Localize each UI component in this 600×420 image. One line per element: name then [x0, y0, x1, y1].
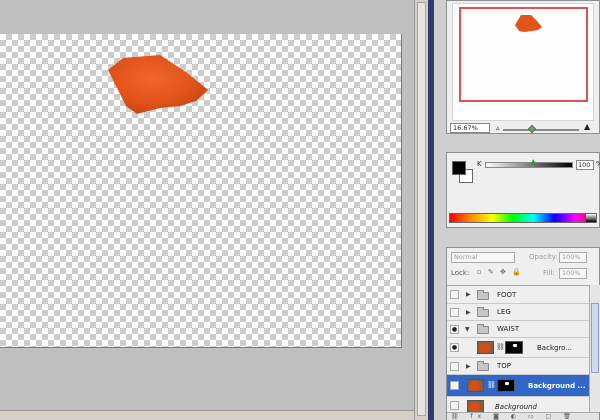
slider-knob-icon[interactable]: ▲ [531, 159, 536, 165]
layer-mask-thumbnail[interactable] [497, 379, 515, 392]
layer-name: FOOT [497, 291, 517, 299]
layers-panel: Normal Opacity: 100% Lock: ▫ ✎ ✥ 🔒 Fill:… [446, 247, 600, 420]
expand-triangle-icon[interactable]: ▶ [466, 363, 471, 370]
folder-icon [477, 290, 489, 300]
navigator-preview [515, 15, 542, 32]
layer-name: Background [495, 403, 537, 411]
document-canvas[interactable] [0, 34, 402, 348]
eye-icon[interactable]: ● [450, 343, 459, 352]
workspace [0, 0, 414, 420]
status-bar [0, 410, 414, 420]
panel-dock: 16.67% ▵ ▲ K ▲ 100 % Normal Opacity: 100… [434, 0, 600, 420]
zoom-slider[interactable] [503, 124, 579, 134]
fill-label: Fill: [543, 269, 555, 277]
layer-thumbnail [467, 400, 484, 412]
link-icon[interactable]: ⛓ [487, 381, 496, 389]
folder-icon [477, 361, 489, 371]
layer-row-foot[interactable]: ▶ FOOT [447, 286, 589, 304]
navigator-thumbnail [452, 3, 594, 121]
visibility-toggle[interactable] [450, 290, 459, 299]
zoom-out-icon[interactable]: ▵ [496, 124, 500, 132]
visibility-toggle[interactable] [450, 401, 459, 410]
layers-toolbar[interactable]: ⛓ fx ◙ ◐ ▭ ▢ 🗑 [447, 412, 599, 420]
vertical-scrollbar[interactable] [414, 0, 428, 420]
layer-name: LEG [497, 308, 511, 316]
folder-icon [477, 324, 489, 334]
lock-label: Lock: [451, 269, 470, 277]
layer-list: ▶ FOOT ▶ LEG ● ▼ WAIST ● ⛓ Backgro... ▶ … [447, 285, 589, 412]
navigator-view-box[interactable] [459, 7, 588, 102]
orange-shape[interactable] [108, 55, 208, 114]
eye-icon[interactable]: ● [450, 325, 459, 334]
lock-icons[interactable]: ▫ ✎ ✥ 🔒 [477, 268, 523, 276]
blend-mode-select[interactable]: Normal [451, 252, 515, 263]
layer-name: Backgro... [537, 344, 572, 352]
layer-row-background-selected[interactable]: ⛓ Background ... [447, 375, 589, 397]
zoom-in-icon[interactable]: ▲ [584, 123, 590, 131]
foreground-color-swatch[interactable] [452, 161, 466, 175]
layer-mask-thumbnail[interactable] [505, 341, 523, 354]
zoom-slider-knob[interactable] [527, 124, 537, 134]
color-panel: K ▲ 100 % [446, 152, 600, 228]
fill-field[interactable]: 100% [559, 268, 587, 279]
layer-thumbnail [477, 341, 494, 354]
visibility-toggle[interactable] [450, 362, 459, 371]
color-spectrum-ramp[interactable] [449, 213, 597, 223]
expand-triangle-icon[interactable]: ▶ [466, 309, 471, 316]
expand-triangle-icon[interactable]: ▶ [466, 291, 471, 298]
opacity-field[interactable]: 100% [559, 252, 587, 263]
scrollbar-thumb[interactable] [417, 2, 426, 416]
layer-name: Background ... [528, 382, 586, 390]
channel-label: K [477, 160, 482, 168]
layer-row-background[interactable]: Background [447, 397, 589, 412]
layer-row-background-copy[interactable]: ● ⛓ Backgro... [447, 338, 589, 358]
visibility-toggle[interactable] [450, 308, 459, 317]
collapse-triangle-icon[interactable]: ▼ [465, 326, 470, 333]
layer-thumbnail [467, 379, 484, 392]
zoom-field[interactable]: 16.67% [450, 123, 490, 133]
channel-value-field[interactable]: 100 [576, 160, 594, 170]
link-icon[interactable]: ⛓ [496, 343, 505, 351]
opacity-label: Opacity: [529, 253, 558, 261]
channel-slider[interactable] [485, 162, 573, 168]
navigator-panel: 16.67% ▵ ▲ [446, 0, 600, 134]
canvas-shape-layer [108, 55, 208, 114]
visibility-toggle[interactable] [450, 381, 459, 390]
layer-name: TOP [497, 362, 512, 370]
channel-unit: % [596, 160, 600, 168]
layers-scrollbar[interactable] [589, 285, 600, 412]
folder-icon [477, 307, 489, 317]
scrollbar-thumb[interactable] [591, 303, 599, 373]
layer-row-top[interactable]: ▶ TOP [447, 358, 589, 375]
layer-name: WAIST [497, 325, 520, 333]
layer-row-waist[interactable]: ● ▼ WAIST [447, 321, 589, 338]
layer-row-leg[interactable]: ▶ LEG [447, 304, 589, 321]
